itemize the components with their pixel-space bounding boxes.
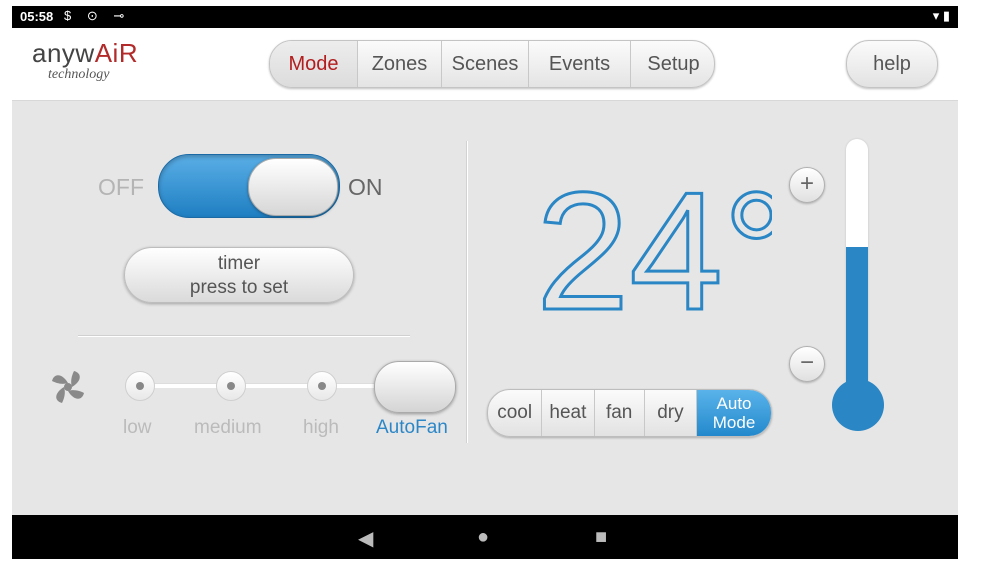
tab-zones[interactable]: Zones xyxy=(358,41,442,87)
anywair-logo: anywAiR technology xyxy=(32,38,138,83)
home-icon[interactable]: ● xyxy=(477,526,489,549)
status-bar: 05:58 $ ⊙ ⊸ ▾ ▮ xyxy=(12,6,958,28)
status-notification-icons: $ ⊙ ⊸ xyxy=(64,8,131,23)
mode-cool-button[interactable]: cool xyxy=(488,390,543,436)
logo-tagline: technology xyxy=(48,67,110,82)
mode-panel: OFF ON timer press to set low medium hig… xyxy=(12,101,958,515)
timer-title: timer xyxy=(217,253,261,274)
tab-mode[interactable]: Mode xyxy=(270,41,358,87)
fan-speed-autofan-label[interactable]: AutoFan xyxy=(376,417,448,439)
thermometer-bulb xyxy=(832,379,884,431)
fan-speed-high-stop[interactable] xyxy=(307,371,337,401)
timer-subtitle: press to set xyxy=(189,277,289,298)
temperature-value: 24° xyxy=(536,183,772,323)
tab-events[interactable]: Events xyxy=(529,41,631,87)
timer-button[interactable]: timer press to set xyxy=(124,247,354,303)
mode-dry-button[interactable]: dry xyxy=(645,390,698,436)
panel-divider xyxy=(466,141,468,443)
fan-speed-low-label[interactable]: low xyxy=(123,417,152,439)
back-icon[interactable]: ◀ xyxy=(358,526,373,551)
recents-icon[interactable]: ■ xyxy=(595,526,607,549)
mode-heat-button[interactable]: heat xyxy=(542,390,595,436)
main-tabs: Mode Zones Scenes Events Setup xyxy=(269,40,715,88)
app-header: anywAiR technology Mode Zones Scenes Eve… xyxy=(12,28,958,101)
fan-speed-slider-knob[interactable] xyxy=(374,361,456,413)
tab-setup[interactable]: Setup xyxy=(631,41,714,87)
power-off-label: OFF xyxy=(98,174,144,200)
fan-speed-medium-stop[interactable] xyxy=(216,371,246,401)
power-on-label: ON xyxy=(348,174,383,200)
tab-scenes[interactable]: Scenes xyxy=(442,41,529,87)
mode-selector: cool heat fan dry Auto Mode xyxy=(487,389,772,437)
mode-auto-button[interactable]: Auto Mode xyxy=(697,390,771,436)
power-toggle[interactable] xyxy=(158,154,340,218)
system-nav-bar: ◀ ● ■ xyxy=(12,515,958,559)
fan-speed-high-label[interactable]: high xyxy=(303,417,339,439)
temperature-increase-button[interactable]: + xyxy=(789,167,825,203)
temperature-decrease-button[interactable]: − xyxy=(789,346,825,382)
fan-speed-low-stop[interactable] xyxy=(125,371,155,401)
logo-wordmark: anywAiR xyxy=(32,38,139,68)
fan-speed-medium-label[interactable]: medium xyxy=(194,417,262,439)
temperature-display: 24° xyxy=(535,183,773,323)
fan-icon xyxy=(52,371,84,403)
status-system-icons: ▾ ▮ xyxy=(932,8,950,23)
section-divider xyxy=(78,335,410,337)
mode-fan-button[interactable]: fan xyxy=(595,390,645,436)
power-toggle-knob[interactable] xyxy=(248,158,338,216)
status-time: 05:58 xyxy=(20,9,54,24)
help-button[interactable]: help xyxy=(846,40,938,88)
